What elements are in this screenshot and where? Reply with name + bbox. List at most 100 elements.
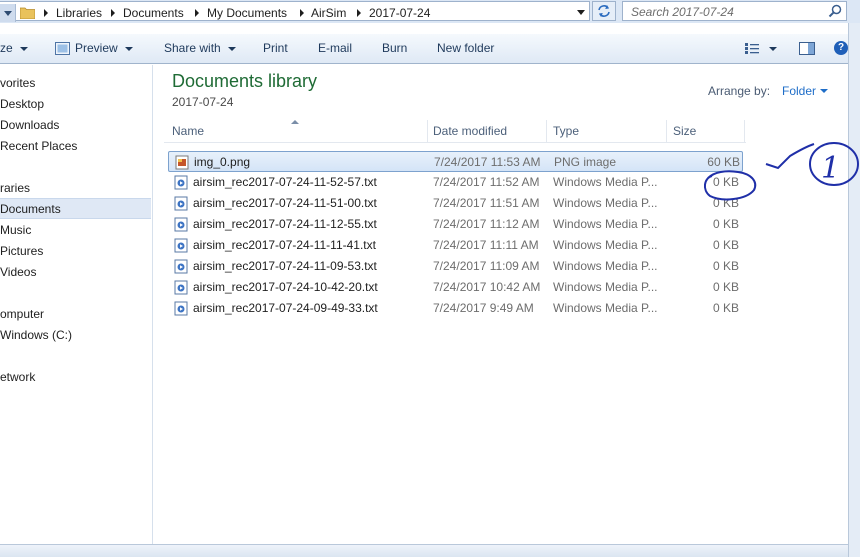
column-header-size[interactable]: Size	[673, 120, 696, 143]
change-view-icon[interactable]	[745, 43, 759, 54]
file-name: airsim_rec2017-07-24-11-51-00.txt	[193, 196, 377, 210]
txt-file-icon	[174, 175, 188, 190]
file-size: 0 KB	[712, 238, 739, 252]
nav-item-desktop[interactable]: Desktop	[0, 94, 152, 115]
breadcrumb-current-folder[interactable]: 2017-07-24	[369, 5, 430, 21]
nav-item-computer[interactable]: omputer	[0, 304, 152, 325]
help-icon[interactable]: ?	[834, 41, 848, 55]
address-bar: Libraries Documents My Documents AirSim …	[0, 0, 860, 23]
breadcrumb-airsim[interactable]: AirSim	[311, 5, 346, 21]
file-name: airsim_rec2017-07-24-11-11-41.txt	[193, 238, 376, 252]
file-date-modified: 7/24/2017 9:49 AM	[433, 301, 534, 315]
share-with-label: Share with	[164, 41, 221, 55]
navigation-pane: vorites Desktop Downloads Recent Places …	[0, 65, 153, 544]
sort-ascending-icon	[291, 120, 299, 124]
file-date-modified: 7/24/2017 11:09 AM	[433, 259, 540, 273]
nav-item-network[interactable]: etwork	[0, 367, 152, 388]
column-header-date[interactable]: Date modified	[433, 120, 507, 143]
file-type: Windows Media P...	[553, 196, 658, 210]
breadcrumb-separator-icon	[111, 9, 115, 17]
file-type: Windows Media P...	[553, 280, 658, 294]
window-edge	[848, 23, 860, 557]
file-size: 0 KB	[712, 280, 739, 294]
print-label: Print	[263, 41, 288, 55]
address-box[interactable]: Libraries Documents My Documents AirSim …	[0, 1, 590, 22]
breadcrumb-documents[interactable]: Documents	[123, 5, 184, 21]
file-date-modified: 7/24/2017 11:11 AM	[433, 238, 539, 252]
file-row[interactable]: airsim_rec2017-07-24-11-52-57.txt 7/24/20…	[168, 172, 743, 193]
email-button[interactable]: E-mail	[318, 34, 352, 63]
burn-button[interactable]: Burn	[382, 34, 407, 63]
chevron-down-icon[interactable]	[769, 47, 777, 51]
nav-item-music[interactable]: Music	[0, 220, 152, 241]
file-row[interactable]: airsim_rec2017-07-24-11-51-00.txt 7/24/20…	[168, 193, 743, 214]
file-row[interactable]: airsim_rec2017-07-24-10-42-20.txt 7/24/20…	[168, 277, 743, 298]
file-size: 0 KB	[712, 196, 739, 210]
breadcrumb-my-documents[interactable]: My Documents	[207, 5, 287, 21]
preview-pane-icon[interactable]	[799, 42, 815, 55]
library-title: Documents library	[172, 71, 318, 91]
txt-file-icon	[174, 280, 188, 295]
file-size: 0 KB	[712, 301, 739, 315]
file-row[interactable]: airsim_rec2017-07-24-11-09-53.txt 7/24/20…	[168, 256, 743, 277]
breadcrumb-separator-icon	[195, 9, 199, 17]
chevron-down-icon[interactable]	[820, 89, 828, 93]
column-divider[interactable]	[427, 120, 428, 143]
nav-item-recent-places[interactable]: Recent Places	[0, 136, 152, 157]
arrange-by-dropdown[interactable]: Folder	[782, 84, 816, 98]
file-row[interactable]: airsim_rec2017-07-24-11-11-41.txt 7/24/20…	[168, 235, 743, 256]
print-button[interactable]: Print	[263, 34, 288, 63]
organize-button[interactable]: ze	[0, 34, 28, 63]
column-divider[interactable]	[666, 120, 667, 143]
column-divider[interactable]	[546, 120, 547, 143]
nav-item-label: Recent Places	[0, 139, 78, 153]
search-input[interactable]	[631, 4, 821, 19]
new-folder-button[interactable]: New folder	[437, 34, 494, 63]
file-row[interactable]: airsim_rec2017-07-24-11-12-55.txt 7/24/20…	[168, 214, 743, 235]
preview-button[interactable]: Preview	[55, 34, 133, 63]
column-header-name[interactable]: Name	[172, 120, 204, 143]
nav-item-label: vorites	[0, 76, 36, 90]
organize-label: ze	[0, 41, 13, 55]
arrange-by-label: Arrange by:	[708, 84, 771, 98]
file-type: PNG image	[554, 155, 617, 169]
file-row[interactable]: img_0.png 7/24/2017 11:53 AM PNG image 60 K…	[168, 151, 743, 172]
nav-item-windows-c[interactable]: Windows (C:)	[0, 325, 152, 346]
chevron-down-icon	[577, 10, 585, 15]
address-dropdown-button[interactable]	[572, 2, 590, 22]
share-with-button[interactable]: Share with	[164, 34, 236, 63]
file-date-modified: 7/24/2017 11:53 AM	[434, 155, 541, 169]
column-header-type[interactable]: Type	[553, 120, 579, 143]
nav-item-label: Pictures	[0, 244, 44, 258]
file-name: airsim_rec2017-07-24-10-42-20.txt	[193, 280, 378, 294]
nav-item-favorites[interactable]: vorites	[0, 73, 152, 94]
file-type: Windows Media P...	[553, 175, 658, 189]
file-type: Windows Media P...	[553, 217, 658, 231]
file-row[interactable]: airsim_rec2017-07-24-09-49-33.txt 7/24/20…	[168, 298, 743, 319]
nav-item-documents[interactable]: Documents	[0, 198, 151, 219]
column-header-row: Name Date modified Type Size	[164, 120, 746, 143]
nav-item-label: Documents	[0, 202, 61, 216]
png-file-icon	[175, 155, 189, 170]
chevron-down-icon	[4, 11, 12, 16]
breadcrumb-separator-icon	[44, 9, 48, 17]
file-name: airsim_rec2017-07-24-11-12-55.txt	[193, 217, 377, 231]
nav-item-videos[interactable]: Videos	[0, 262, 152, 283]
nav-item-label: Downloads	[0, 118, 60, 132]
recent-locations-button[interactable]	[0, 4, 16, 22]
breadcrumb-libraries[interactable]: Libraries	[56, 5, 102, 21]
file-name: airsim_rec2017-07-24-11-09-53.txt	[193, 259, 377, 273]
file-size: 60 KB	[707, 155, 740, 169]
refresh-button[interactable]	[592, 1, 616, 21]
nav-item-libraries[interactable]: raries	[0, 178, 152, 199]
chevron-down-icon	[19, 46, 28, 51]
breadcrumb-separator-icon	[357, 9, 361, 17]
nav-item-pictures[interactable]: Pictures	[0, 241, 152, 262]
column-divider[interactable]	[744, 120, 745, 143]
details-pane	[0, 544, 848, 557]
chevron-down-icon	[124, 46, 133, 51]
nav-item-label: etwork	[0, 370, 36, 384]
new-folder-label: New folder	[437, 41, 495, 55]
search-icon[interactable]	[828, 4, 842, 18]
nav-item-downloads[interactable]: Downloads	[0, 115, 152, 136]
